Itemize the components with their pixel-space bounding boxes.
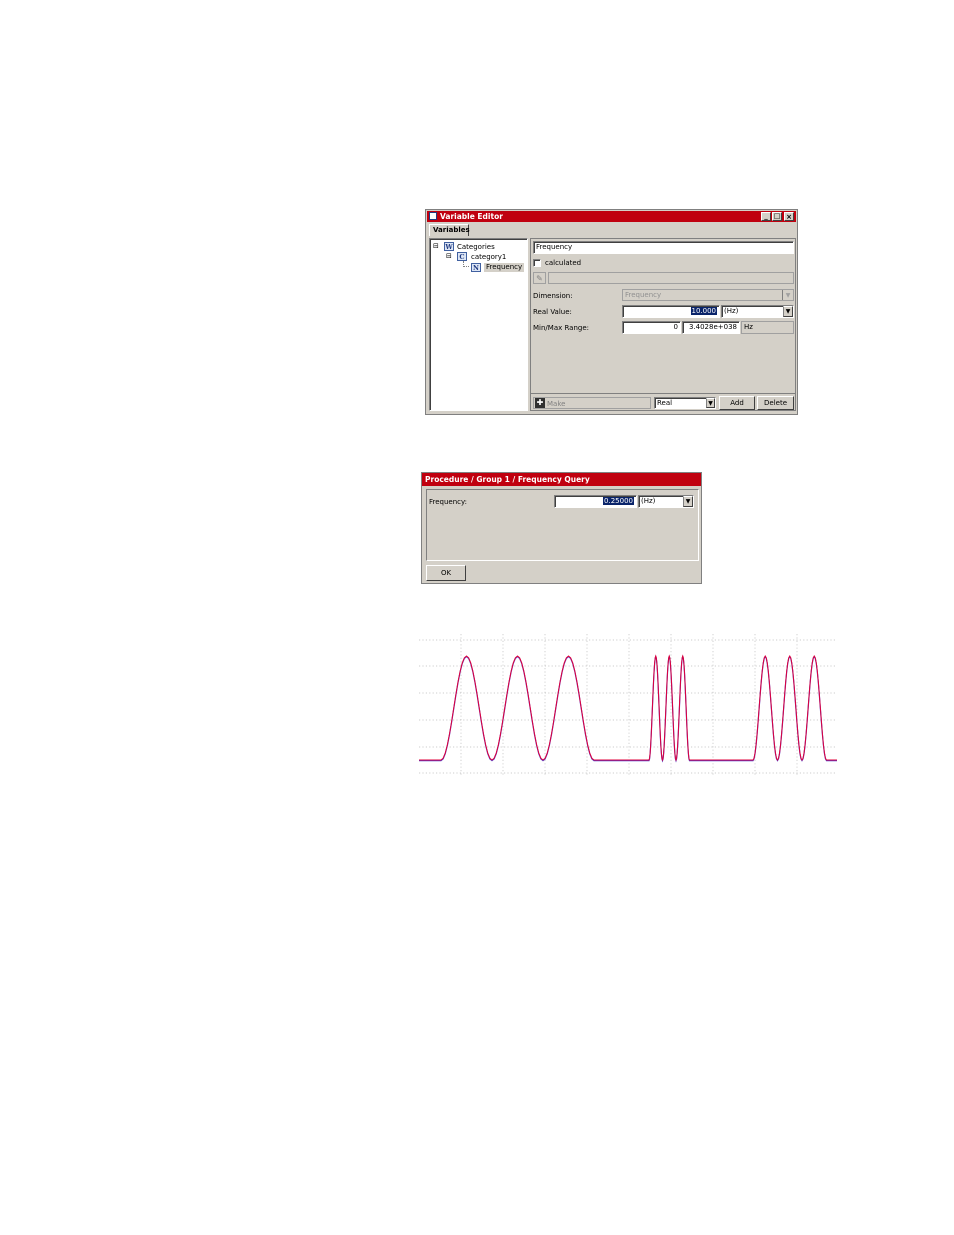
tree-connector <box>463 261 469 267</box>
real-value-input[interactable]: 10.000 <box>622 305 720 318</box>
tab-variables[interactable]: Variables <box>429 224 470 236</box>
variable-editor-titlebar[interactable]: Variable Editor _ □ × <box>427 211 796 222</box>
categories-icon: W <box>444 242 454 251</box>
query-content-panel: Frequency: 0.25000 (Hz) ▼ <box>426 489 699 561</box>
signal-trace-red <box>419 654 837 762</box>
real-value-text: 10.000 <box>690 307 717 315</box>
make-icon: ✚ <box>535 398 545 408</box>
range-unit: Hz <box>744 323 753 331</box>
type-value: Real <box>657 399 673 407</box>
maximize-button[interactable]: □ <box>772 212 782 221</box>
chevron-down-icon[interactable]: ▼ <box>783 306 793 317</box>
plot-grid <box>419 634 837 776</box>
frequency-unit-select[interactable]: (Hz) ▼ <box>638 495 694 508</box>
variable-name-input[interactable]: Frequency <box>533 241 794 254</box>
delete-button[interactable]: Delete <box>757 396 794 410</box>
frequency-query-titlebar[interactable]: Procedure / Group 1 / Frequency Query <box>422 473 701 486</box>
frequency-query-dialog: Procedure / Group 1 / Frequency Query Fr… <box>421 472 702 584</box>
variable-properties-panel: Frequency calculated ✎ Dimension: Freque… <box>530 238 796 411</box>
range-unit-field: Hz <box>741 321 794 334</box>
make-label: Make <box>547 400 566 408</box>
min-value-input[interactable]: 0 <box>622 321 681 334</box>
variable-editor-title: Variable Editor <box>440 212 503 221</box>
calculated-label: calculated <box>545 259 582 267</box>
chevron-down-icon: ▼ <box>782 290 793 300</box>
real-value-unit-select[interactable]: (Hz) ▼ <box>721 305 794 318</box>
close-button[interactable]: × <box>784 212 794 221</box>
frequency-value: 0.25000 <box>603 497 634 505</box>
add-button[interactable]: Add <box>719 396 755 410</box>
ok-button[interactable]: OK <box>426 565 466 581</box>
minimize-button[interactable]: _ <box>761 212 771 221</box>
waveform-plot <box>419 634 837 776</box>
real-value-unit: (Hz) <box>724 307 739 315</box>
dimension-select: Frequency ▼ <box>622 289 794 301</box>
make-field: ✚ Make <box>533 397 651 409</box>
type-select[interactable]: Real ▼ <box>654 397 716 409</box>
frequency-query-title: Procedure / Group 1 / Frequency Query <box>425 475 590 484</box>
variable-editor-window: Variable Editor _ □ × Variables ⊟ W Cate… <box>425 209 798 415</box>
bottom-toolbar: ✚ Make Real ▼ Add Delete <box>531 393 795 410</box>
dimension-label: Dimension: <box>533 292 573 300</box>
dimension-value: Frequency <box>625 291 662 299</box>
numeric-variable-icon: N <box>471 263 481 272</box>
tree-variable-label[interactable]: Frequency <box>484 263 525 272</box>
chevron-down-icon[interactable]: ▼ <box>683 496 693 507</box>
tree-expand-icon[interactable]: ⊟ <box>433 242 439 250</box>
tree-root-label[interactable]: Categories <box>457 243 495 251</box>
minmax-label: Min/Max Range: <box>533 324 590 332</box>
frequency-unit: (Hz) <box>641 497 656 505</box>
real-value-label: Real Value: <box>533 308 572 316</box>
chevron-down-icon[interactable]: ▼ <box>706 398 715 408</box>
category-icon: C <box>457 252 467 261</box>
formula-input <box>548 272 794 284</box>
tree-category-label[interactable]: category1 <box>471 253 506 261</box>
frequency-label: Frequency: <box>429 498 468 506</box>
app-icon <box>429 212 437 220</box>
variable-tree[interactable]: ⊟ W Categories ⊟ C category1 N Frequency <box>429 238 528 411</box>
tree-expand-icon[interactable]: ⊟ <box>446 252 452 260</box>
max-value-input[interactable]: 3.4028e+038 <box>682 321 740 334</box>
formula-edit-icon[interactable]: ✎ <box>533 272 546 284</box>
frequency-input[interactable]: 0.25000 <box>554 495 637 508</box>
calculated-checkbox[interactable] <box>533 259 541 267</box>
